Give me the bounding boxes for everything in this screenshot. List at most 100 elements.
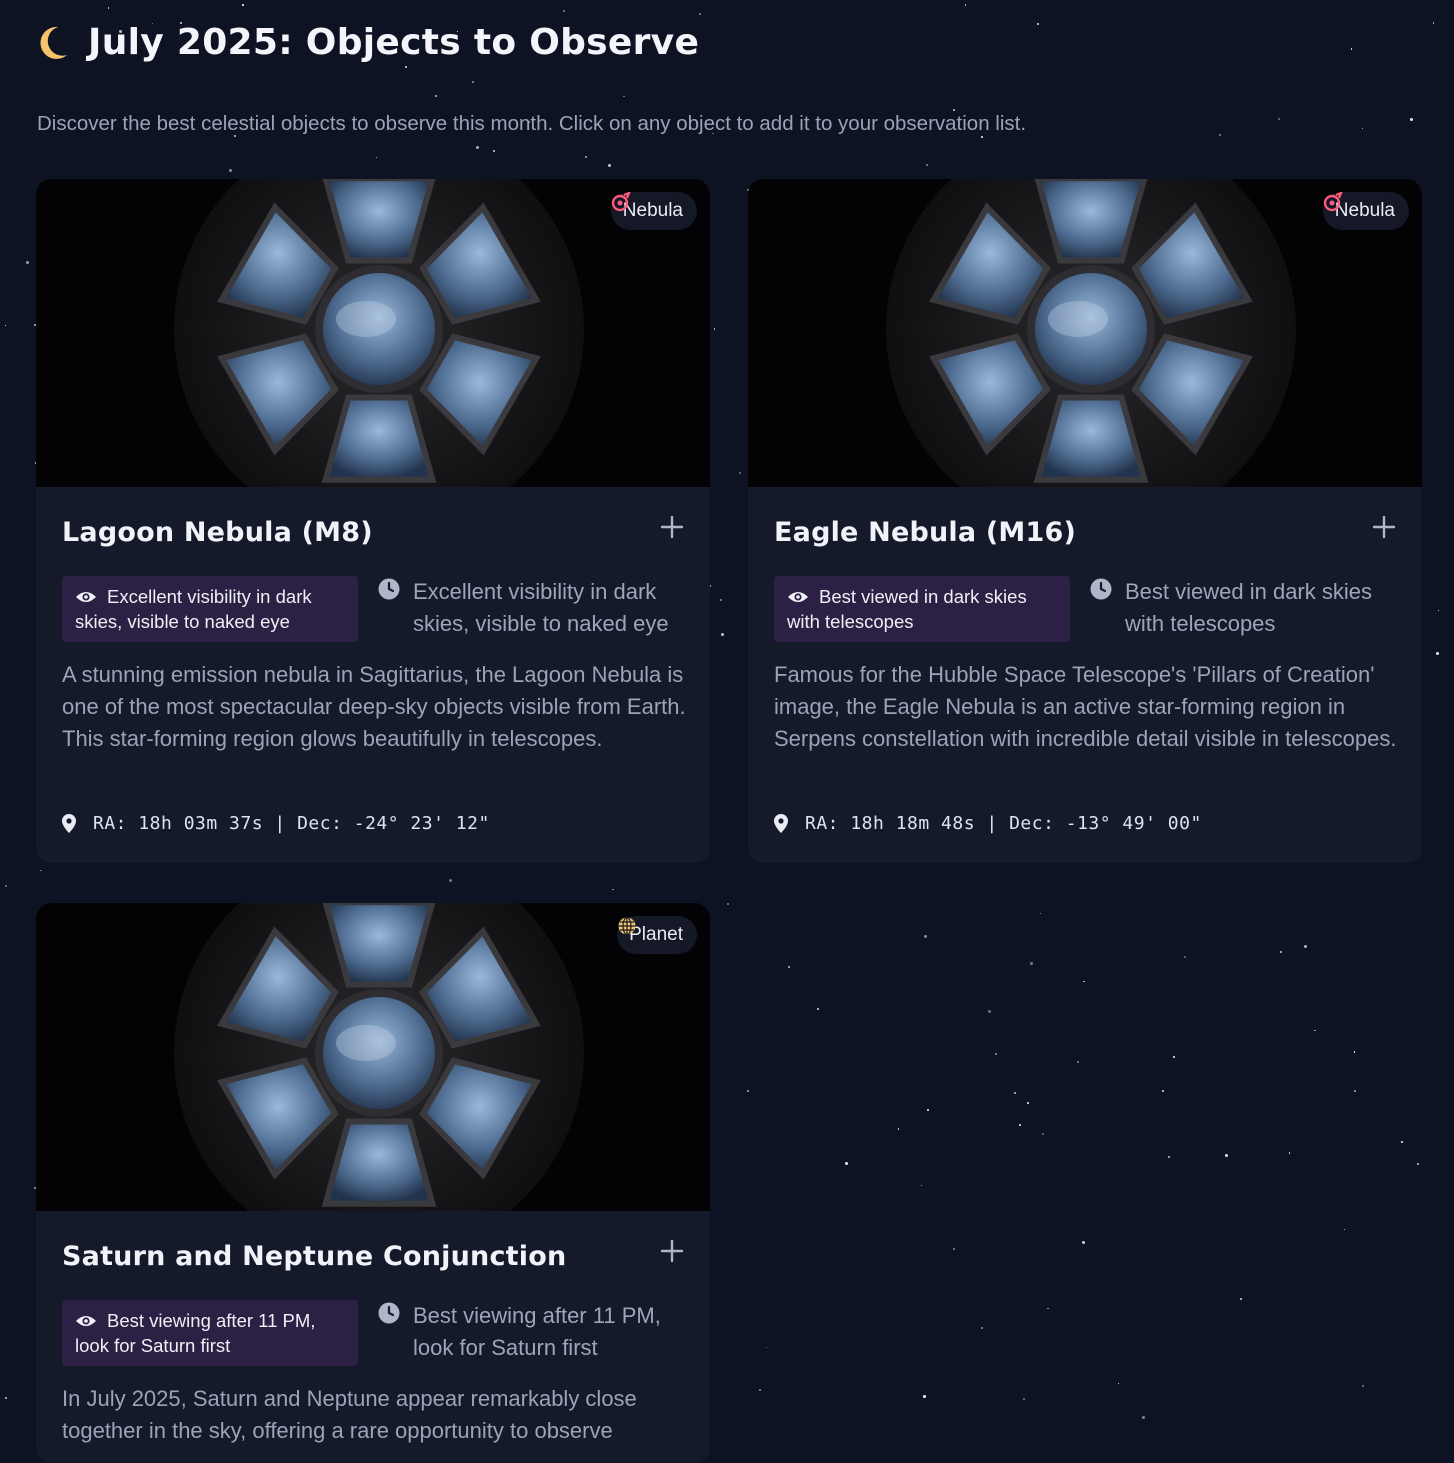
star bbox=[1039, 912, 1042, 915]
best-time-text: Best viewing after 11 PM, look for Satur… bbox=[413, 1303, 661, 1360]
star bbox=[739, 472, 742, 475]
clock-icon bbox=[378, 578, 400, 600]
star bbox=[920, 1184, 923, 1187]
star bbox=[747, 1090, 749, 1092]
star bbox=[788, 965, 791, 968]
category-badge: Nebula bbox=[610, 192, 697, 230]
plus-icon[interactable] bbox=[660, 1239, 684, 1263]
best-time: Best viewed in dark skies with telescope… bbox=[1090, 576, 1396, 642]
visibility-row: Best viewing after 11 PM, look for Satur… bbox=[62, 1300, 684, 1366]
card-image: Nebula bbox=[36, 179, 710, 487]
star bbox=[1083, 980, 1085, 982]
star bbox=[1141, 1415, 1145, 1419]
star bbox=[1437, 609, 1440, 612]
best-time-text: Excellent visibility in dark skies, visi… bbox=[413, 579, 669, 636]
star bbox=[1353, 1051, 1356, 1053]
star bbox=[229, 169, 233, 173]
star bbox=[5, 1397, 8, 1400]
star bbox=[713, 328, 716, 330]
star bbox=[1410, 118, 1414, 122]
clock-icon bbox=[1090, 578, 1112, 600]
star bbox=[1047, 1307, 1049, 1310]
cupola-window-image bbox=[36, 179, 710, 487]
star bbox=[1219, 134, 1222, 137]
object-title: Eagle Nebula (M16) bbox=[774, 517, 1077, 548]
object-description: Famous for the Hubble Space Telescope's … bbox=[774, 662, 1397, 751]
star bbox=[981, 136, 983, 138]
cupola-window-image bbox=[748, 179, 1422, 487]
star bbox=[562, 10, 565, 13]
star bbox=[719, 598, 722, 601]
star bbox=[623, 95, 625, 98]
star bbox=[1019, 1124, 1022, 1127]
cupola-window-image bbox=[36, 903, 710, 1211]
star bbox=[26, 260, 30, 264]
visibility-row: Excellent visibility in dark skies, visi… bbox=[62, 576, 684, 642]
star bbox=[1023, 1398, 1025, 1400]
page-subtitle: Discover the best celestial objects to o… bbox=[37, 112, 1027, 135]
eye-icon bbox=[76, 592, 96, 602]
visibility-row: Best viewed in dark skies with telescope… bbox=[774, 576, 1396, 642]
eye-icon bbox=[76, 1316, 96, 1326]
star bbox=[1314, 1029, 1316, 1032]
object-card[interactable]: Nebula Eagle Nebula (M16) Best viewed in d… bbox=[748, 179, 1422, 863]
star bbox=[1354, 1089, 1357, 1092]
object-card[interactable]: Nebula Lagoon Nebula (M8) Excellent visibi… bbox=[36, 179, 710, 863]
star bbox=[953, 1248, 956, 1251]
badge-label: Planet bbox=[629, 924, 683, 945]
card-body: Lagoon Nebula (M8) Excellent visibility i… bbox=[36, 487, 710, 834]
plus-icon[interactable] bbox=[660, 515, 684, 539]
star bbox=[927, 1108, 930, 1111]
star bbox=[765, 1346, 768, 1349]
visibility-badge: Best viewed in dark skies with telescope… bbox=[774, 576, 1070, 642]
visibility-badge: Excellent visibility in dark skies, visi… bbox=[62, 576, 358, 642]
coordinates-text: RA: 18h 03m 37s | Dec: -24° 23' 12" bbox=[93, 813, 490, 834]
object-card[interactable]: Planet Saturn and Neptune Conjunction Best… bbox=[36, 903, 710, 1463]
star bbox=[981, 1327, 983, 1329]
star bbox=[1288, 1152, 1291, 1154]
star bbox=[1350, 48, 1353, 50]
star bbox=[1030, 962, 1034, 966]
best-time: Best viewing after 11 PM, look for Satur… bbox=[378, 1300, 684, 1366]
star bbox=[449, 878, 453, 882]
star bbox=[988, 1009, 992, 1013]
eye-icon bbox=[788, 592, 808, 602]
star bbox=[923, 1395, 927, 1399]
visibility-text: Excellent visibility in dark skies, visi… bbox=[75, 586, 312, 632]
star bbox=[435, 94, 438, 97]
star bbox=[242, 4, 244, 6]
coordinates: RA: 18h 18m 48s | Dec: -13° 49' 00" bbox=[774, 813, 1202, 834]
star bbox=[472, 81, 475, 84]
object-title: Lagoon Nebula (M8) bbox=[62, 517, 373, 548]
star bbox=[1184, 955, 1187, 958]
card-image: Planet bbox=[36, 903, 710, 1211]
star bbox=[5, 884, 8, 887]
visibility-text: Best viewing after 11 PM, look for Satur… bbox=[75, 1310, 316, 1356]
star bbox=[699, 13, 702, 16]
object-description: In July 2025, Saturn and Neptune appear … bbox=[62, 1386, 637, 1443]
star bbox=[1432, 22, 1434, 24]
object-description: A stunning emission nebula in Sagittariu… bbox=[62, 662, 686, 751]
best-time-text: Best viewed in dark skies with telescope… bbox=[1125, 579, 1372, 636]
star bbox=[897, 1128, 900, 1130]
star bbox=[1400, 1140, 1403, 1143]
best-time: Excellent visibility in dark skies, visi… bbox=[378, 576, 684, 642]
page-title: July 2025: Objects to Observe bbox=[88, 22, 700, 63]
star bbox=[1239, 1298, 1242, 1301]
star bbox=[994, 1052, 997, 1055]
star bbox=[1027, 1102, 1029, 1104]
star bbox=[1167, 1156, 1170, 1159]
star bbox=[964, 4, 966, 6]
visibility-badge: Best viewing after 11 PM, look for Satur… bbox=[62, 1300, 358, 1366]
card-body: Eagle Nebula (M16) Best viewed in dark sk… bbox=[748, 487, 1422, 834]
badge-label: Nebula bbox=[622, 200, 683, 221]
star bbox=[475, 145, 479, 149]
star bbox=[1076, 1060, 1079, 1063]
star bbox=[844, 1162, 848, 1166]
clock-icon bbox=[378, 1302, 400, 1324]
category-badge: Nebula bbox=[1322, 192, 1409, 230]
star bbox=[1361, 127, 1364, 130]
star bbox=[612, 888, 614, 891]
star bbox=[1343, 1228, 1346, 1231]
plus-icon[interactable] bbox=[1372, 515, 1396, 539]
